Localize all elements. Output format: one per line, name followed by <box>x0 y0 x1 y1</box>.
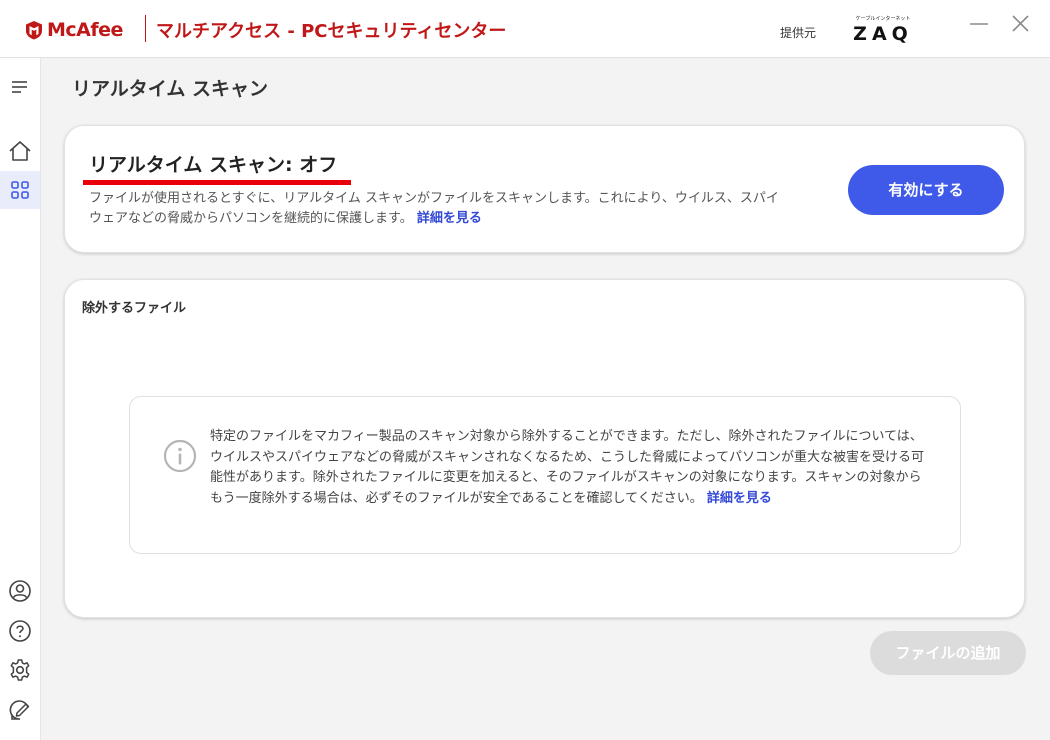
close-icon <box>1012 15 1029 32</box>
page-title: リアルタイム スキャン <box>72 78 269 100</box>
title-bar: McAfee マルチアクセス - PCセキュリティセンター 提供元 ケーブルイン… <box>0 0 1050 58</box>
info-text-body: 特定のファイルをマカフィー製品のスキャン対象から除外することができます。ただし、… <box>210 429 924 506</box>
zaq-logo-tagline: ケーブルインターネット <box>855 16 911 22</box>
status-card: リアルタイム スキャン: オフ ファイルが使用されるとすぐに、リアルタイム スキ… <box>64 125 1025 253</box>
sidebar-item-apps[interactable] <box>0 171 40 209</box>
info-text: 特定のファイルをマカフィー製品のスキャン対象から除外することができます。ただし、… <box>210 427 930 509</box>
sidebar-item-help[interactable] <box>0 612 40 650</box>
minimize-icon <box>970 23 988 25</box>
app-title: マルチアクセス - PCセキュリティセンター <box>156 21 507 42</box>
zaq-logo-text: ZAQ <box>853 23 913 45</box>
account-icon <box>9 580 31 602</box>
home-icon <box>9 141 31 161</box>
add-file-button[interactable]: ファイルの追加 <box>870 631 1026 675</box>
settings-icon <box>10 659 30 681</box>
status-description: ファイルが使用されるとすぐに、リアルタイム スキャンがファイルをスキャンします。… <box>89 189 779 229</box>
close-button[interactable] <box>1006 12 1036 40</box>
info-learn-more-link[interactable]: 詳細を見る <box>707 491 772 506</box>
brand-name: McAfee <box>47 19 123 41</box>
help-icon <box>9 620 31 642</box>
info-icon <box>163 439 197 473</box>
sidebar <box>0 58 41 740</box>
sidebar-menu-button[interactable] <box>0 68 40 106</box>
enable-button[interactable]: 有効にする <box>848 165 1004 215</box>
sidebar-item-settings[interactable] <box>0 651 40 689</box>
sidebar-item-account[interactable] <box>0 572 40 610</box>
sidebar-item-feedback[interactable] <box>0 691 40 729</box>
menu-icon <box>12 81 27 93</box>
apps-grid-icon <box>11 181 29 199</box>
highlight-underline <box>83 180 351 185</box>
minimize-button[interactable] <box>964 12 994 40</box>
mcafee-shield-icon <box>26 21 42 40</box>
mcafee-logo: McAfee <box>24 17 123 43</box>
exclusions-title: 除外するファイル <box>82 301 187 316</box>
learn-more-link[interactable]: 詳細を見る <box>417 211 482 226</box>
provider-label: 提供元 <box>780 26 817 40</box>
exclusions-card: 除外するファイル 特定のファイルをマカフィー製品のスキャン対象から除外することが… <box>64 279 1025 618</box>
status-title: リアルタイム スキャン: オフ <box>89 154 338 176</box>
sidebar-item-home[interactable] <box>0 132 40 170</box>
title-separator <box>145 15 146 42</box>
feedback-icon <box>9 700 30 720</box>
zaq-logo: ケーブルインターネット ZAQ <box>852 16 914 48</box>
info-box: 特定のファイルをマカフィー製品のスキャン対象から除外することができます。ただし、… <box>129 396 961 554</box>
